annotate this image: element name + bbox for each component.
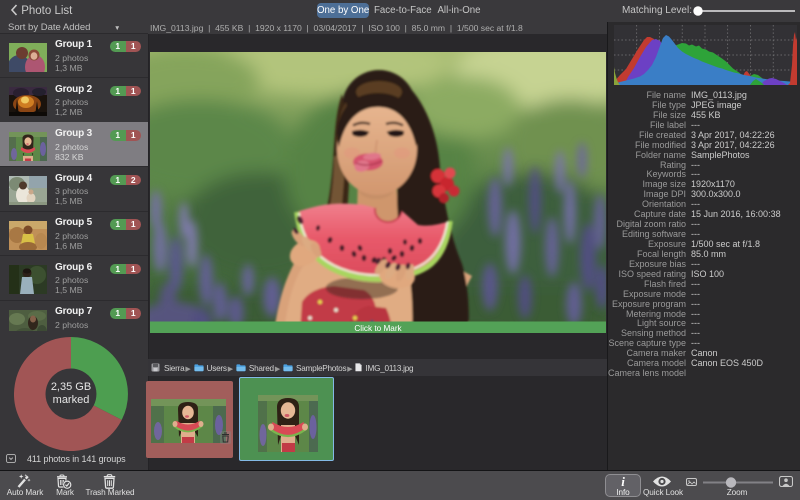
svg-text:Click to Mark: Click to Mark [354,324,402,333]
